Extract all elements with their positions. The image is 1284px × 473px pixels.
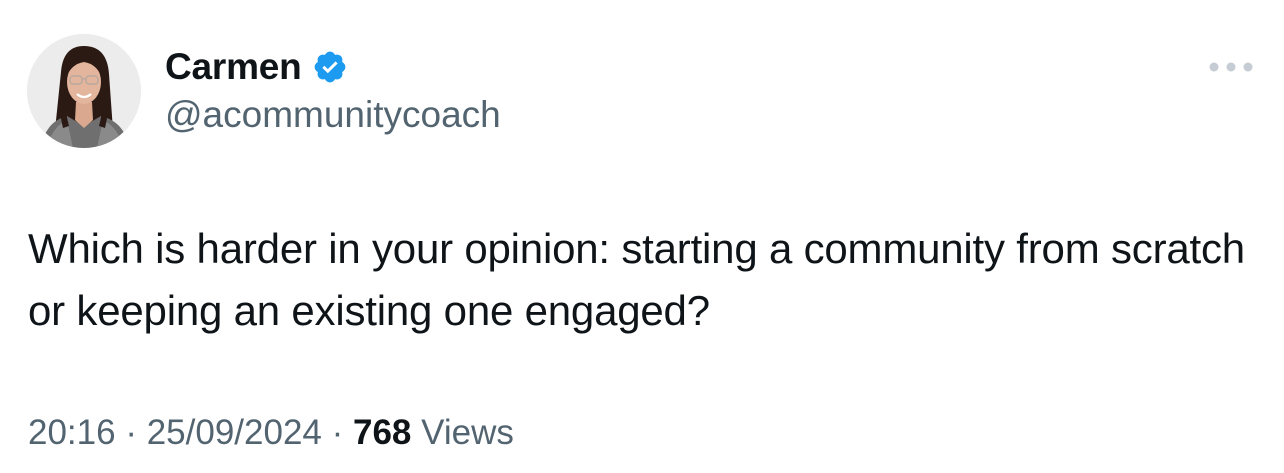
views-count: 768 [352,413,412,452]
tweet-date[interactable]: 25/09/2024 [147,413,322,452]
author-handle[interactable]: @acommunitycoach [165,94,501,136]
tweet-card: Carmen @acommunitycoach Which is harder … [0,0,1284,473]
display-name[interactable]: Carmen [165,46,302,88]
more-horizontal-icon[interactable] [1205,54,1257,80]
tweet-time[interactable]: 20:16 [28,413,116,452]
tweet-meta: 20:16 · 25/09/2024 · 768 Views [28,413,514,453]
avatar-image [27,34,141,148]
author-name-row[interactable]: Carmen [165,44,348,90]
verified-badge-icon[interactable] [312,49,348,85]
views-label: Views [421,413,514,452]
tweet-text: Which is harder in your opinion: startin… [28,225,1245,334]
meta-separator: · [321,413,353,452]
meta-separator: · [115,413,147,452]
avatar[interactable] [27,34,141,148]
